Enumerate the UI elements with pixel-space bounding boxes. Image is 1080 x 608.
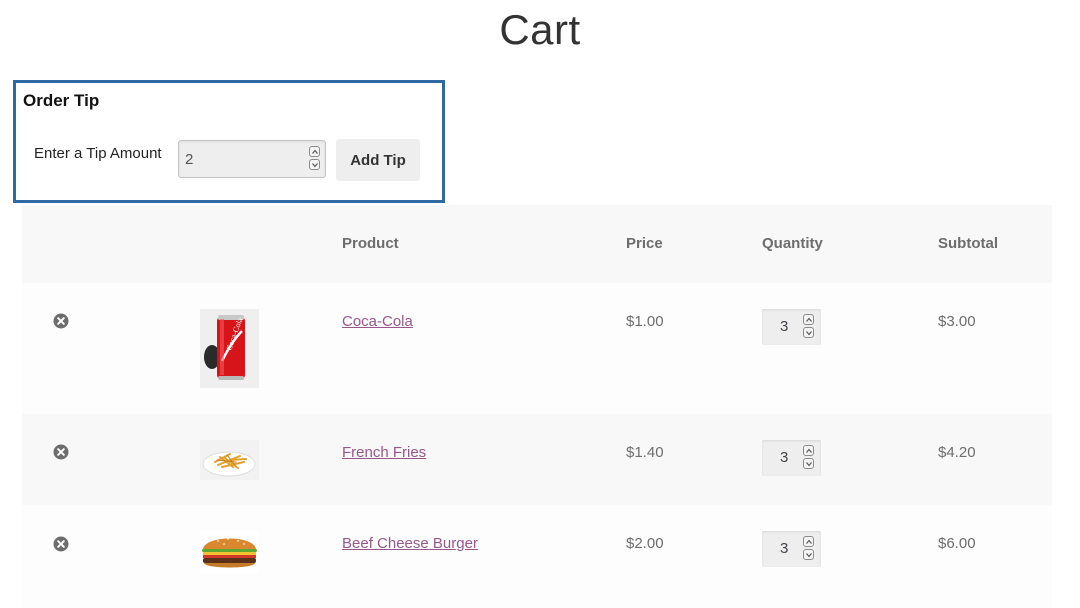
cart-table: Product Price Quantity Subtotal Coca-Col… xyxy=(22,205,1052,608)
column-header-price: Price xyxy=(626,235,663,252)
quantity-value[interactable]: 3 xyxy=(780,318,788,335)
remove-item-icon[interactable] xyxy=(53,313,69,329)
chevron-down-icon[interactable] xyxy=(803,327,814,338)
chevron-up-icon[interactable] xyxy=(803,536,814,547)
product-link-beef-cheese-burger[interactable]: Beef Cheese Burger xyxy=(342,535,478,552)
price-cell: $1.40 xyxy=(626,444,664,461)
table-row: Coca-Cola Coca-Cola $1.00 3 $3.00 xyxy=(22,283,1052,414)
column-header-subtotal: Subtotal xyxy=(938,235,998,252)
subtotal-cell: $4.20 xyxy=(938,444,976,461)
french-fries-image xyxy=(200,440,259,480)
add-tip-button[interactable]: Add Tip xyxy=(336,139,420,181)
quantity-stepper[interactable]: 3 xyxy=(762,309,821,345)
tip-amount-field[interactable] xyxy=(178,140,326,178)
quantity-value[interactable]: 3 xyxy=(780,540,788,557)
product-link-french-fries[interactable]: French Fries xyxy=(342,444,426,461)
chevron-down-icon[interactable] xyxy=(803,549,814,560)
order-tip-title: Order Tip xyxy=(23,91,100,110)
product-link-coca-cola[interactable]: Coca-Cola xyxy=(342,313,413,330)
chevron-up-icon[interactable] xyxy=(309,146,320,157)
table-row: French Fries $1.40 3 $4.20 xyxy=(22,414,1052,505)
column-header-product: Product xyxy=(342,235,399,252)
product-thumbnail-coca-cola[interactable]: Coca-Cola xyxy=(200,309,259,388)
tip-amount-input[interactable] xyxy=(185,151,295,168)
coca-cola-can-image: Coca-Cola xyxy=(200,309,259,388)
cart-page: Cart Order Tip Enter a Tip Amount Add Ti… xyxy=(0,0,1080,608)
quantity-spinner[interactable] xyxy=(803,314,815,340)
subtotal-cell: $6.00 xyxy=(938,535,976,552)
chevron-up-icon[interactable] xyxy=(803,314,814,325)
cart-table-header: Product Price Quantity Subtotal xyxy=(22,205,1052,283)
price-cell: $1.00 xyxy=(626,313,664,330)
product-thumbnail-beef-cheese-burger[interactable] xyxy=(200,531,259,573)
tip-amount-stepper[interactable] xyxy=(309,146,321,172)
column-header-quantity: Quantity xyxy=(762,235,823,252)
quantity-value[interactable]: 3 xyxy=(780,449,788,466)
price-cell: $2.00 xyxy=(626,535,664,552)
quantity-stepper[interactable]: 3 xyxy=(762,440,821,476)
chevron-down-icon[interactable] xyxy=(309,159,320,170)
quantity-spinner[interactable] xyxy=(803,536,815,562)
cheeseburger-image xyxy=(200,531,259,573)
chevron-down-icon[interactable] xyxy=(803,458,814,469)
remove-item-icon[interactable] xyxy=(53,444,69,460)
remove-item-icon[interactable] xyxy=(53,536,69,552)
product-thumbnail-french-fries[interactable] xyxy=(200,440,259,480)
quantity-spinner[interactable] xyxy=(803,445,815,471)
subtotal-cell: $3.00 xyxy=(938,313,976,330)
page-title: Cart xyxy=(499,6,581,53)
order-tip-panel: Order Tip Enter a Tip Amount Add Tip xyxy=(13,80,445,203)
tip-amount-label: Enter a Tip Amount xyxy=(34,145,162,162)
chevron-up-icon[interactable] xyxy=(803,445,814,456)
quantity-stepper[interactable]: 3 xyxy=(762,531,821,567)
table-row: Beef Cheese Burger $2.00 3 $6.00 xyxy=(22,505,1052,608)
